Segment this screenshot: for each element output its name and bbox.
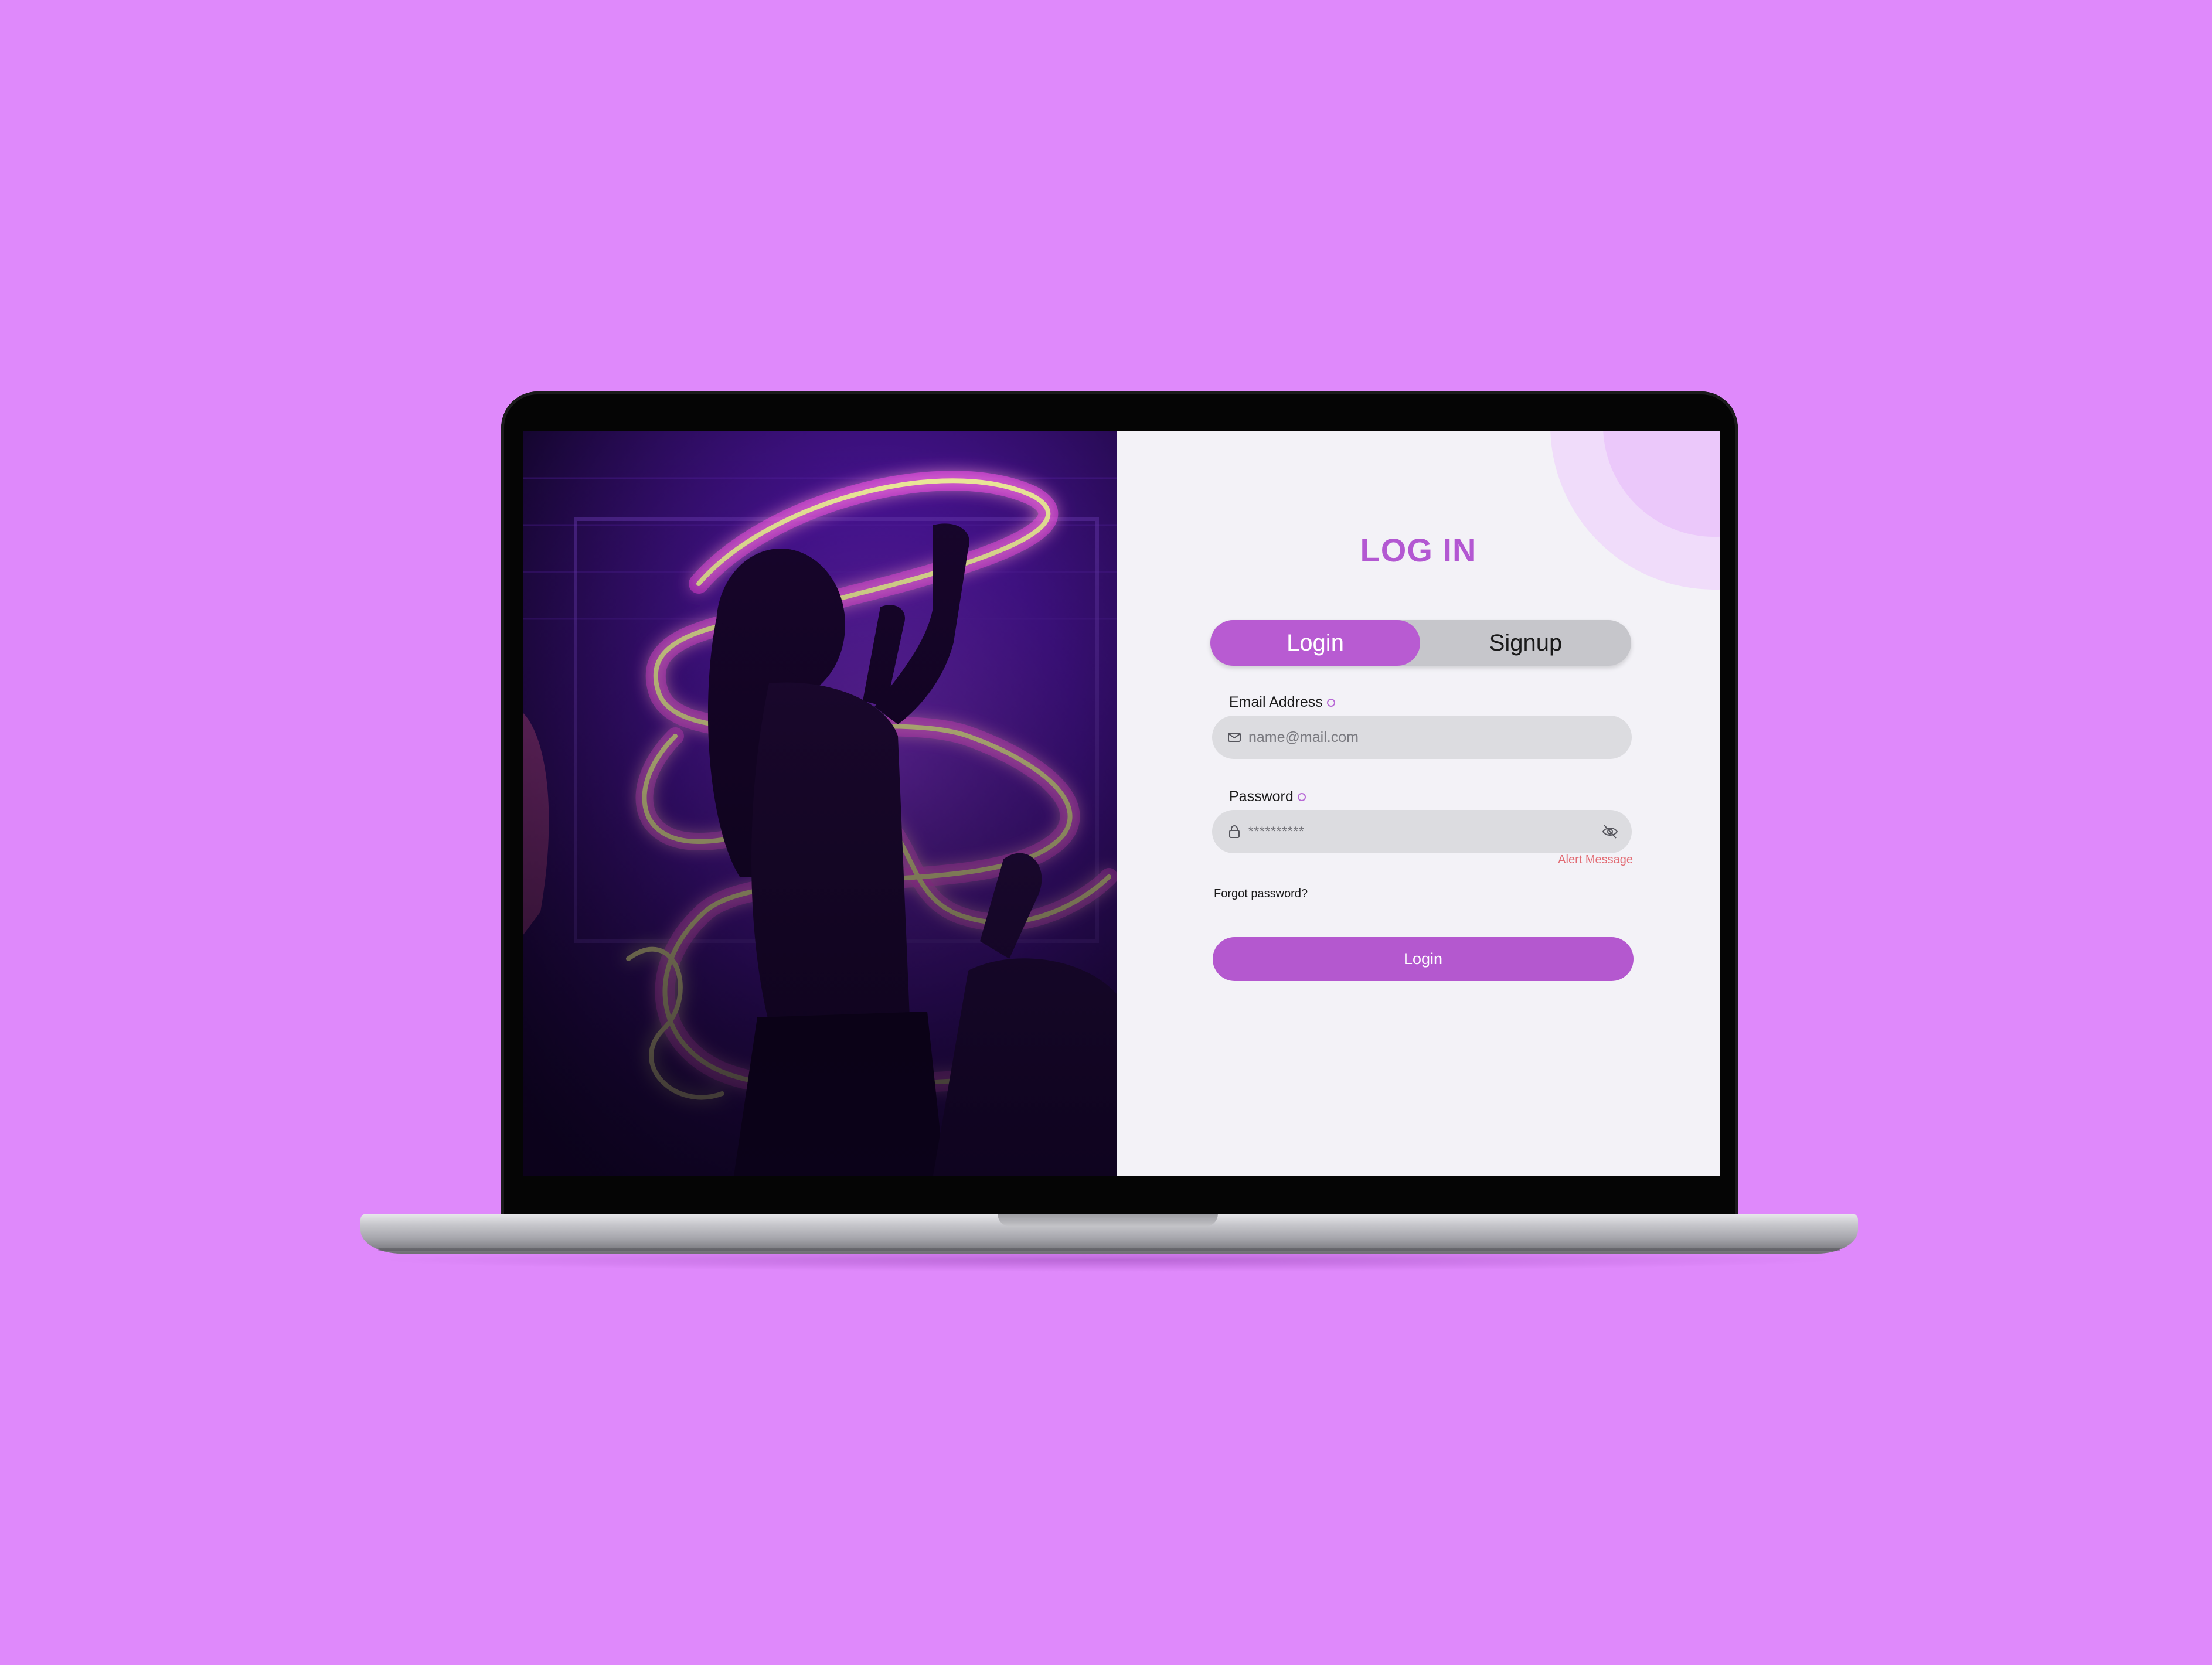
forgot-password-link[interactable]: Forgot password? <box>1214 887 1308 901</box>
tab-login[interactable]: Login <box>1210 620 1420 666</box>
email-field[interactable]: name@mail.com <box>1212 716 1632 759</box>
password-field[interactable]: ********** <box>1212 810 1632 853</box>
info-icon <box>1326 699 1335 707</box>
email-label: Email Address <box>1229 694 1335 711</box>
mail-icon <box>1228 733 1241 742</box>
eye-off-icon[interactable] <box>1601 823 1619 840</box>
password-label: Password <box>1229 788 1306 805</box>
laptop-screen: LOG IN Login Signup Email Address name@m… <box>523 431 1720 1176</box>
email-placeholder: name@mail.com <box>1248 729 1359 745</box>
password-label-text: Password <box>1229 788 1294 805</box>
tab-signup[interactable]: Signup <box>1420 620 1631 666</box>
hero-photo <box>523 431 1117 1176</box>
password-value: ********** <box>1248 824 1305 839</box>
login-button[interactable]: Login <box>1213 937 1634 981</box>
neon-party-photo <box>523 431 1117 1176</box>
login-panel: LOG IN Login Signup Email Address name@m… <box>1117 431 1720 1176</box>
info-icon <box>1297 793 1306 802</box>
lock-icon <box>1229 825 1240 838</box>
laptop-notch <box>998 1214 1218 1227</box>
auth-tab-switch: Login Signup <box>1210 620 1631 666</box>
page-title: LOG IN <box>1360 532 1477 568</box>
alert-message: Alert Message <box>1558 853 1633 866</box>
email-label-text: Email Address <box>1229 694 1323 710</box>
